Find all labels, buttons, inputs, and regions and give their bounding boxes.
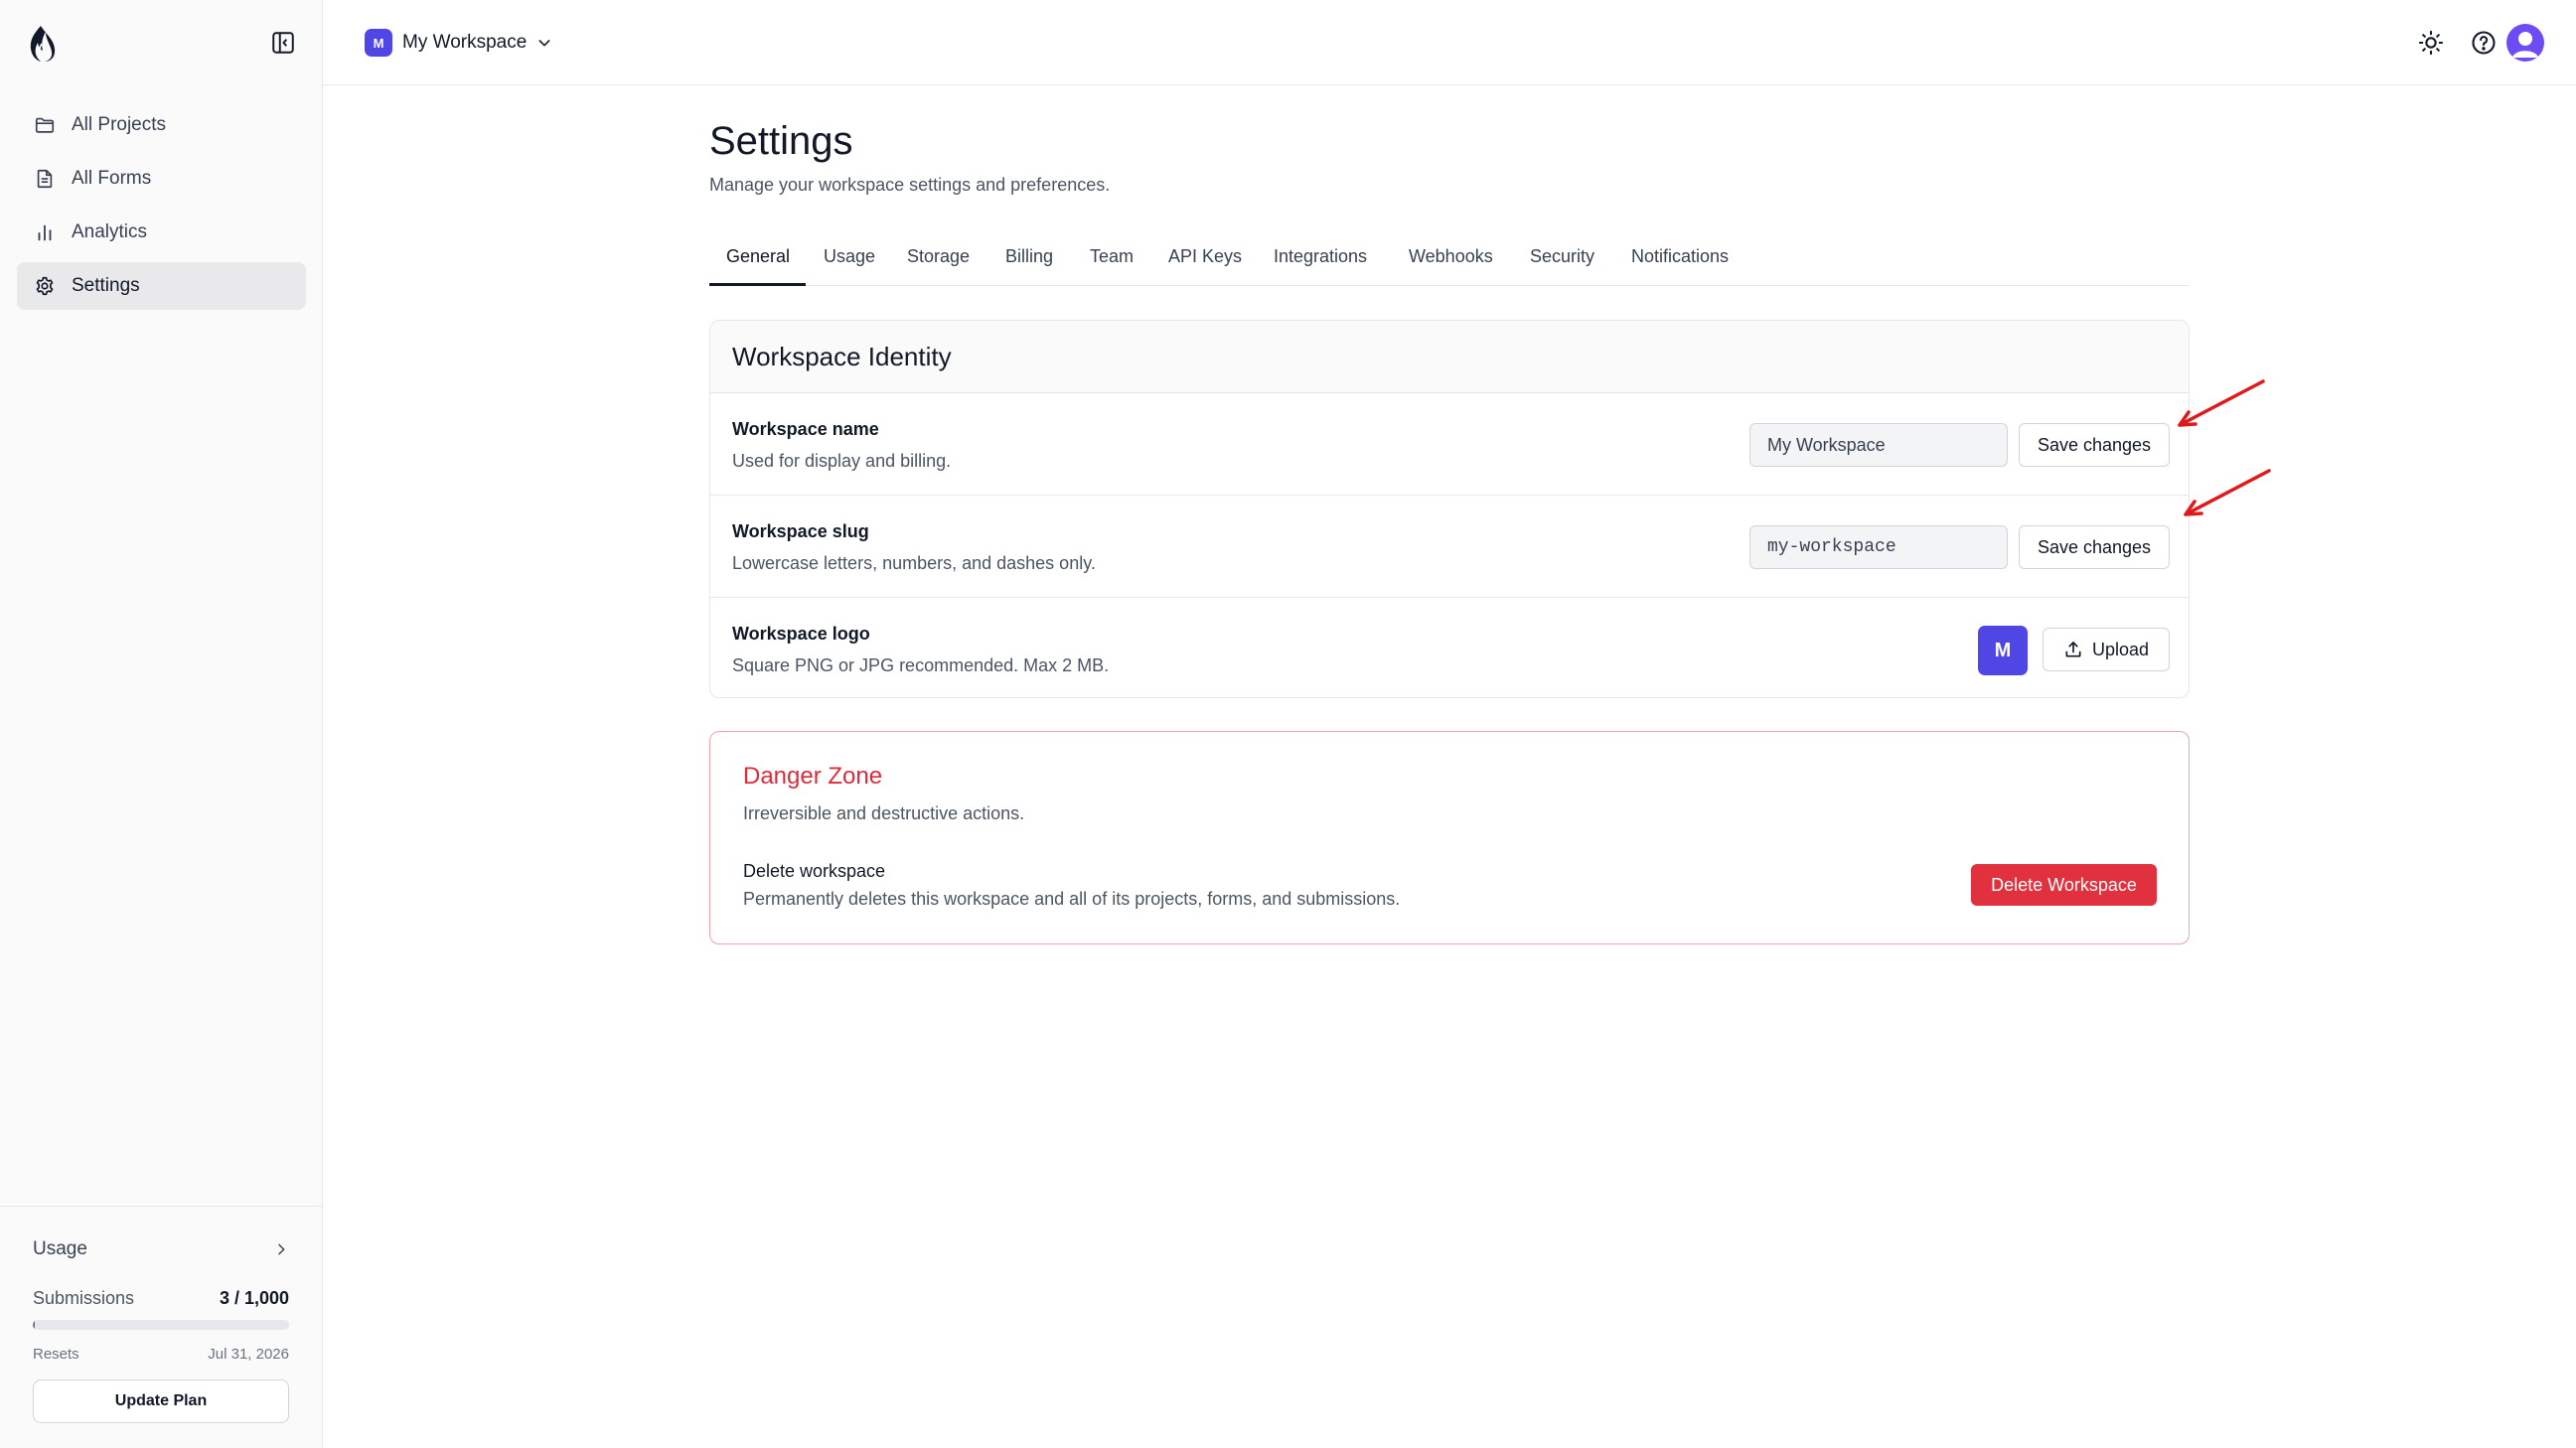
usage-panel: Usage Submissions 3 / 1,000 Resets Jul 3… [0, 1206, 322, 1448]
workspace-logo-help: Square PNG or JPG recommended. Max 2 MB. [732, 655, 1110, 675]
workspace-name-help: Used for display and billing. [732, 451, 952, 471]
danger-zone-card: Danger Zone Irreversible and destructive… [709, 731, 2190, 944]
save-name-button[interactable]: Save changes [2019, 423, 2170, 467]
chevron-right-icon [278, 1243, 285, 1255]
delete-workspace-help: Permanently deletes this workspace and a… [743, 889, 1401, 909]
workspace-identity-card: Workspace Identity Workspace name Used f… [709, 320, 2190, 698]
sidebar-nav: All Projects All Forms Analytics Setting… [17, 101, 306, 316]
page-title: Settings [709, 119, 853, 163]
sidebar-item-label: All Projects [72, 114, 167, 135]
submissions-row: Submissions 3 / 1,000 [33, 1288, 289, 1309]
workspace-slug-row: Workspace slug Lowercase letters, number… [710, 495, 2189, 597]
sidebar-item-all-projects[interactable]: All Projects [17, 101, 306, 149]
help-circle-icon[interactable] [2470, 29, 2498, 57]
workspace-slug-label: Workspace slug [732, 521, 869, 541]
danger-zone-subtitle: Irreversible and destructive actions. [743, 803, 1025, 823]
sidebar-item-label: Settings [72, 275, 140, 296]
workspace-name-label: Workspace name [732, 419, 879, 439]
page-subtitle: Manage your workspace settings and prefe… [709, 175, 1111, 195]
submissions-label: Submissions [33, 1288, 135, 1308]
sidebar-toggle-icon[interactable] [270, 30, 296, 56]
sidebar-item-label: All Forms [72, 168, 152, 189]
user-icon [2512, 32, 2538, 58]
tab-api-keys[interactable]: API Keys [1168, 246, 1242, 267]
sidebar-item-all-forms[interactable]: All Forms [17, 155, 306, 203]
bar-chart-icon [38, 224, 52, 241]
upload-icon [2065, 642, 2081, 657]
delete-workspace-button[interactable]: Delete Workspace [1971, 864, 2157, 906]
workspace-name: My Workspace [402, 32, 528, 53]
tab-usage[interactable]: Usage [824, 246, 875, 267]
annotation-arrow-icon [2178, 379, 2265, 427]
resets-row: Resets Jul 31, 2026 [33, 1346, 289, 1363]
folder-icon [35, 117, 55, 133]
sidebar-item-label: Analytics [72, 221, 148, 242]
tab-webhooks[interactable]: Webhooks [1409, 246, 1493, 267]
upload-label: Upload [2091, 639, 2150, 659]
tab-team[interactable]: Team [1090, 246, 1134, 267]
sidebar: All Projects All Forms Analytics Setting… [0, 0, 323, 1448]
resets-label: Resets [33, 1346, 79, 1363]
usage-header[interactable]: Usage [33, 1238, 289, 1260]
tab-integrations[interactable]: Integrations [1274, 246, 1367, 267]
update-plan-button[interactable]: Update Plan [33, 1379, 289, 1423]
file-text-icon [37, 169, 53, 189]
danger-zone-title: Danger Zone [743, 763, 883, 790]
tab-storage[interactable]: Storage [907, 246, 970, 267]
tab-notifications[interactable]: Notifications [1631, 246, 1729, 267]
delete-workspace-label: Delete workspace [743, 861, 886, 881]
sidebar-item-settings[interactable]: Settings [17, 262, 306, 310]
submissions-progress-fill [33, 1320, 35, 1330]
flame-logo-icon[interactable] [24, 24, 58, 64]
tab-general[interactable]: General [726, 246, 790, 267]
submissions-progress-bar [33, 1320, 289, 1330]
resets-date: Jul 31, 2026 [208, 1346, 289, 1363]
tab-security[interactable]: Security [1530, 246, 1594, 267]
card-title: Workspace Identity [732, 341, 952, 371]
workspace-switcher[interactable]: M My Workspace [365, 29, 552, 57]
save-slug-button[interactable]: Save changes [2019, 525, 2170, 569]
workspace-slug-input[interactable] [1749, 525, 2008, 569]
submissions-value: 3 / 1,000 [219, 1288, 289, 1308]
workspace-logo-label: Workspace logo [732, 624, 870, 644]
workspace-logo-preview: M [1978, 626, 2028, 675]
chevron-down-icon [538, 40, 550, 47]
gear-icon [36, 276, 54, 296]
workspace-name-input[interactable] [1749, 423, 2008, 467]
workspace-logo-row: Workspace logo Square PNG or JPG recomme… [710, 597, 2189, 697]
card-header: Workspace Identity [710, 321, 2189, 392]
usage-title: Usage [33, 1238, 87, 1259]
settings-tabs: General Usage Storage Billing Team API K… [709, 234, 2190, 286]
workspace-name-row: Workspace name Used for display and bill… [710, 392, 2189, 495]
annotation-arrow-icon [2184, 469, 2271, 516]
workspace-badge: M [365, 29, 392, 57]
active-tab-indicator [709, 283, 806, 286]
user-avatar[interactable] [2506, 24, 2544, 62]
sun-icon[interactable] [2417, 29, 2445, 57]
sidebar-item-analytics[interactable]: Analytics [17, 209, 306, 256]
top-bar: M My Workspace [323, 0, 2576, 85]
upload-logo-button[interactable]: Upload [2043, 628, 2170, 671]
tab-billing[interactable]: Billing [1005, 246, 1053, 267]
workspace-slug-help: Lowercase letters, numbers, and dashes o… [732, 553, 1096, 573]
